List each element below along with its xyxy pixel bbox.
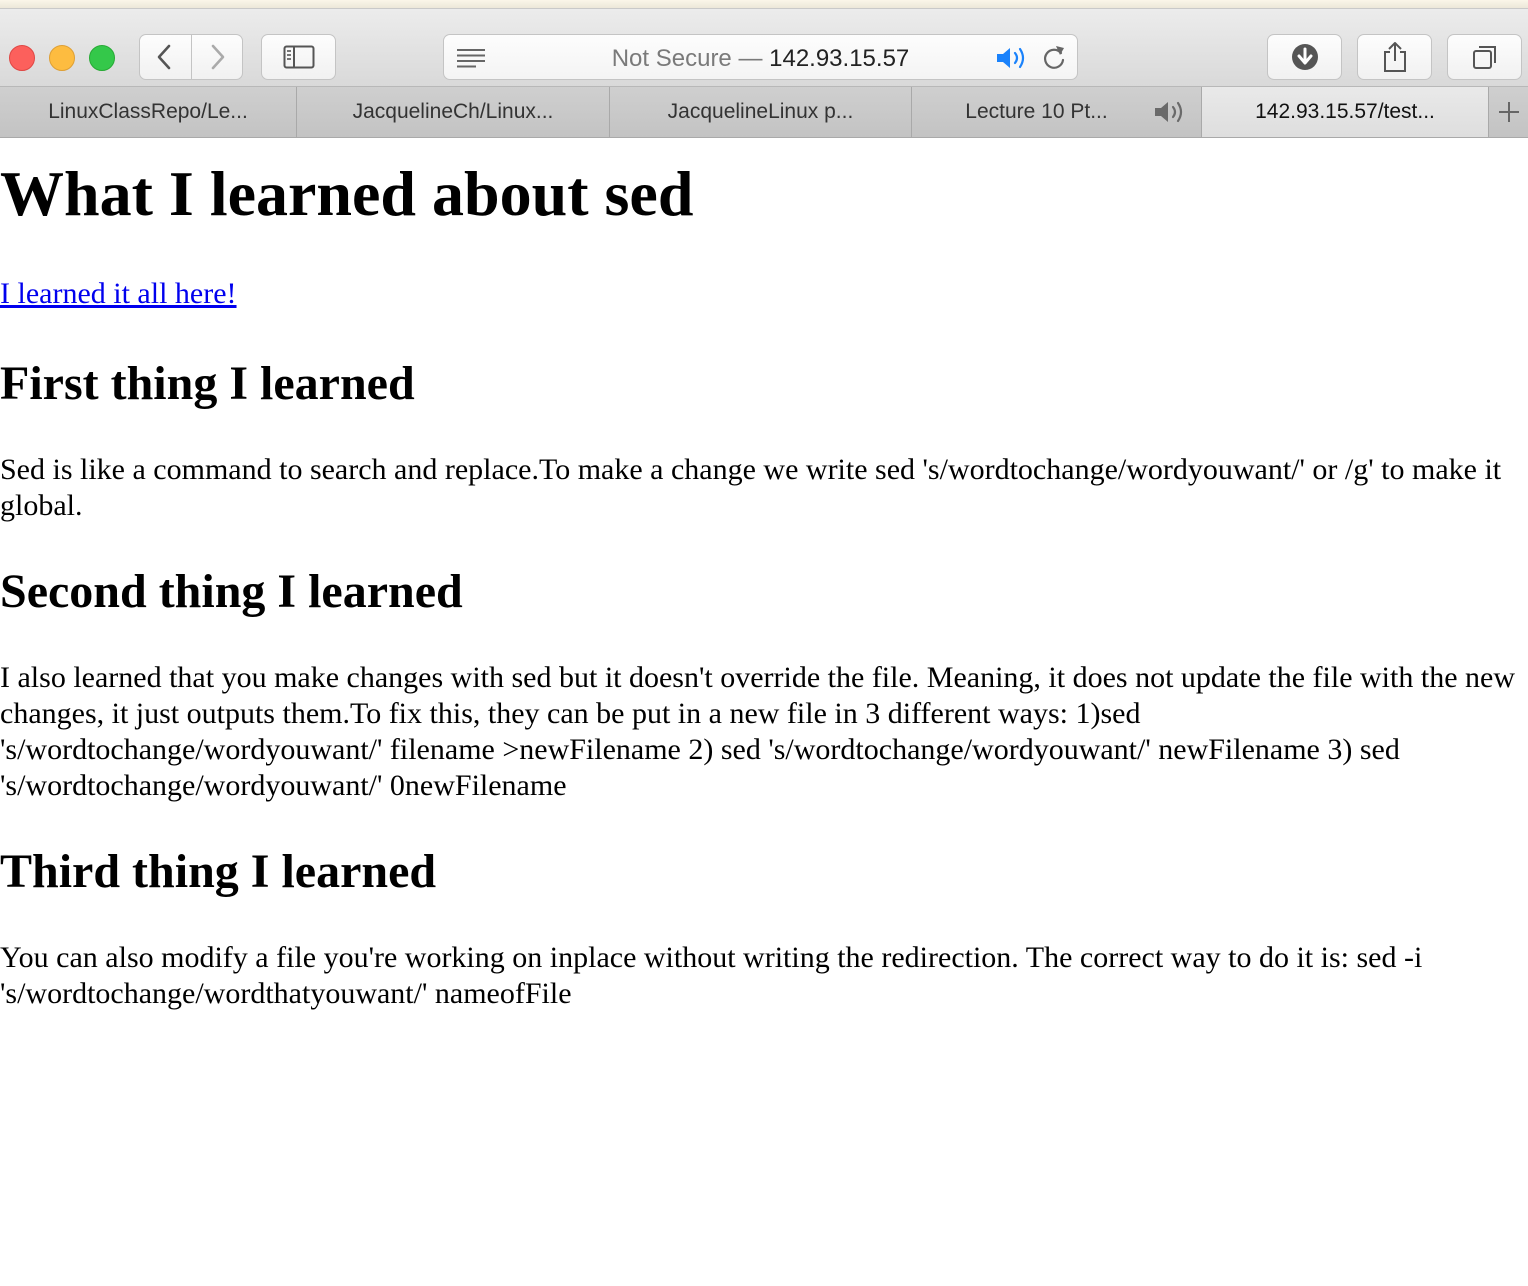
tab-label: JacquelineLinux p... xyxy=(667,100,854,123)
section-heading-second: Second thing I learned xyxy=(0,565,463,618)
chevron-left-icon xyxy=(157,44,171,70)
share-icon xyxy=(1383,42,1406,72)
sidebar-icon xyxy=(283,45,314,69)
reload-icon[interactable] xyxy=(1041,44,1067,72)
speaker-icon[interactable] xyxy=(1153,100,1187,124)
tabs-overview-button[interactable] xyxy=(1447,34,1522,80)
section-text-first: Sed is like a command to search and repl… xyxy=(0,453,1502,522)
section-text-third: You can also modify a file you're workin… xyxy=(0,941,1423,1010)
tab-label: Lecture 10 Pt... xyxy=(965,100,1108,123)
tab-label: LinuxClassRepo/Le... xyxy=(48,100,248,123)
tabs-icon xyxy=(1472,46,1496,69)
section-heading-third: Third thing I learned xyxy=(0,845,437,898)
browser-toolbar: Not Secure — 142.93.15.57 xyxy=(0,9,1528,87)
back-button[interactable] xyxy=(140,35,191,79)
downloads-button[interactable] xyxy=(1267,34,1342,80)
sidebar-button[interactable] xyxy=(261,34,336,80)
tab-label: JacquelineCh/Linux... xyxy=(352,100,554,123)
tab-jacquelinech[interactable]: JacquelineCh/Linux... xyxy=(297,87,610,137)
close-button[interactable] xyxy=(9,45,35,71)
learned-link[interactable]: I learned it all here! xyxy=(0,276,1528,312)
navigation-buttons xyxy=(139,34,243,80)
page-content: What I learned about sed I learned it al… xyxy=(0,138,1528,1012)
tab-lecture-10[interactable]: Lecture 10 Pt... xyxy=(912,87,1202,137)
speaker-icon[interactable] xyxy=(995,45,1029,71)
download-icon xyxy=(1291,44,1318,70)
chevron-right-icon xyxy=(211,44,225,70)
plus-icon xyxy=(1498,102,1519,122)
tab-jacquelinelinux[interactable]: JacquelineLinux p... xyxy=(610,87,912,137)
tab-label: 142.93.15.57/test... xyxy=(1255,100,1435,123)
zoom-button[interactable] xyxy=(89,45,115,71)
share-button[interactable] xyxy=(1357,34,1432,80)
url-text: Not Secure — 142.93.15.57 xyxy=(444,46,1077,72)
window-top-strip xyxy=(0,0,1528,9)
url-host: 142.93.15.57 xyxy=(769,45,910,72)
tab-bar: LinuxClassRepo/Le... JacquelineCh/Linux.… xyxy=(0,87,1528,138)
section-heading-first: First thing I learned xyxy=(0,357,415,410)
forward-button[interactable] xyxy=(190,35,243,79)
new-tab-button[interactable] xyxy=(1489,87,1528,137)
page-title: What I learned about sed xyxy=(0,158,694,229)
tab-linuxclassrepo[interactable]: LinuxClassRepo/Le... xyxy=(0,87,297,137)
security-label: Not Secure — xyxy=(611,45,763,72)
section-text-second: I also learned that you make changes wit… xyxy=(0,661,1515,802)
address-bar[interactable]: Not Secure — 142.93.15.57 xyxy=(443,34,1078,80)
tab-active-test-page[interactable]: 142.93.15.57/test... xyxy=(1202,87,1489,137)
minimize-button[interactable] xyxy=(49,45,75,71)
